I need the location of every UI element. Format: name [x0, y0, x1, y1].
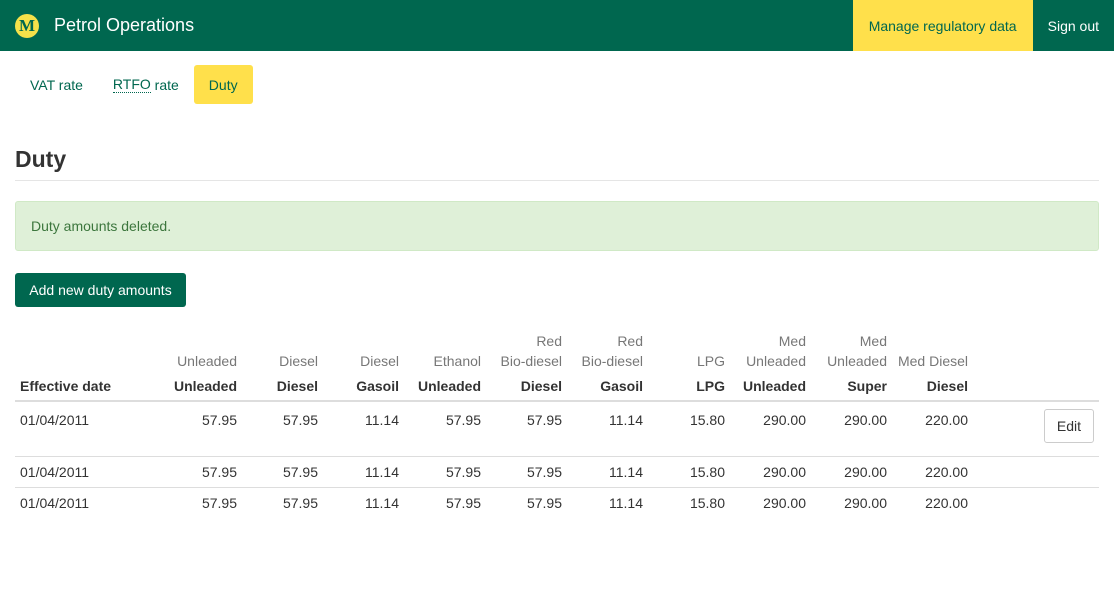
actions-cell: [968, 456, 1099, 488]
column-header: Unleaded: [725, 371, 806, 402]
brand[interactable]: M Petrol Operations: [0, 0, 194, 51]
table-header-row: Effective date Unleaded Diesel Gasoil Unlead…: [15, 371, 1099, 402]
column-header: LPG: [643, 371, 725, 402]
table-cell: 11.14: [609, 412, 643, 428]
rtfo-suffix: rate: [150, 76, 179, 93]
column-header: Gasoil: [562, 371, 643, 402]
app-title[interactable]: Petrol Operations: [54, 15, 194, 36]
column-group-header: LPG: [696, 353, 725, 369]
table-cell: 15.80: [689, 412, 725, 428]
table-cell: 290.00: [725, 456, 806, 488]
table-cell: 290.00: [844, 412, 887, 428]
actions-header: [968, 371, 1099, 402]
column-header: Gasoil: [318, 371, 399, 402]
table-cell: 15.80: [643, 456, 725, 488]
table-cell: 220.00: [887, 487, 968, 518]
table-cell: 11.14: [562, 456, 643, 488]
table-cell: 57.95: [481, 456, 562, 488]
sign-out-link[interactable]: Sign out: [1033, 0, 1114, 51]
table-cell: 57.95: [399, 456, 481, 488]
table-cell: 290.00: [806, 487, 887, 518]
table-cell: 15.80: [643, 487, 725, 518]
table-cell: 290.00: [806, 456, 887, 488]
table-cell: 220.00: [887, 456, 968, 488]
add-new-duty-amounts-button[interactable]: Add new duty amounts: [15, 273, 186, 307]
table-cell: 01/04/2011: [15, 487, 163, 518]
column-group-header: Diesel: [279, 353, 318, 369]
column-header: Effective date: [15, 371, 163, 402]
table-cell: 290.00: [763, 412, 806, 428]
tab-duty[interactable]: Duty: [193, 65, 253, 104]
column-group-header: Med Diesel: [897, 353, 968, 369]
sub-navigation: VAT rate RTFO rate Duty: [0, 65, 1114, 104]
column-group-header: [15, 327, 163, 371]
column-header: Unleaded: [399, 371, 481, 402]
table-cell: 01/04/2011: [20, 412, 90, 428]
table-cell: 01/04/2011: [15, 456, 163, 488]
table-cell: 290.00: [725, 487, 806, 518]
column-group-header: Med Unleaded: [746, 333, 806, 369]
table-cell: 57.95: [163, 456, 237, 488]
duty-table: Unleaded Diesel Diesel Ethanol Red Bio-diesel…: [15, 327, 1099, 518]
column-group-header: Ethanol: [433, 353, 481, 369]
column-group-header: Unleaded: [177, 353, 237, 369]
column-header: Diesel: [481, 371, 562, 402]
table-cell: 57.95: [526, 412, 562, 428]
top-navbar: M Petrol Operations Manage regulatory da…: [0, 0, 1114, 51]
edit-button[interactable]: Edit: [1043, 409, 1094, 443]
rtfo-abbr: RTFO: [112, 76, 151, 93]
table-cell: 57.95: [237, 456, 318, 488]
top-right-nav: Manage regulatory data Sign out: [852, 0, 1114, 51]
column-header: Diesel: [237, 371, 318, 402]
table-row: 01/04/2011 57.95 57.95 11.14 57.95 57.95 11.14…: [15, 487, 1099, 518]
table-cell: 11.14: [318, 487, 399, 518]
column-group-header: Diesel: [360, 353, 399, 369]
table-row: 01/04/2011 57.95 57.95 11.14 57.95 57.95 11.14…: [15, 456, 1099, 488]
table-cell: 11.14: [365, 412, 399, 428]
column-header: Super: [806, 371, 887, 402]
table-cell: 57.95: [282, 412, 318, 428]
tab-rtfo-rate[interactable]: RTFO rate: [98, 65, 194, 104]
column-header: Diesel: [887, 371, 968, 402]
column-group-header: Med Unleaded: [827, 333, 887, 369]
table-cell: 57.95: [201, 412, 237, 428]
table-cell: 11.14: [318, 456, 399, 488]
page-title: Duty: [15, 146, 67, 172]
tab-vat-rate[interactable]: VAT rate: [15, 65, 98, 104]
morrisons-logo-icon: M: [15, 13, 39, 38]
column-header: Unleaded: [163, 371, 237, 402]
success-alert: Duty amounts deleted.: [15, 201, 1099, 251]
table-cell: 57.95: [163, 487, 237, 518]
table-cell: 220.00: [925, 412, 968, 428]
manage-regulatory-data-link[interactable]: Manage regulatory data: [852, 0, 1033, 51]
table-body: 01/04/2011 57.95 57.95 11.14 57.95 57.95 11.14…: [15, 401, 1099, 518]
actions-group-header: [968, 327, 1099, 371]
title-divider: [15, 180, 1099, 181]
actions-cell: Edit: [968, 401, 1099, 457]
actions-cell: [968, 487, 1099, 518]
table-cell: 11.14: [562, 487, 643, 518]
table-row: 01/04/2011 57.95 57.95 11.14 57.95 57.95 11.14…: [15, 401, 1099, 457]
table-header-group-row: Unleaded Diesel Diesel Ethanol Red Bio-diesel…: [15, 327, 1099, 371]
table-cell: 57.95: [445, 412, 481, 428]
table-cell: 57.95: [237, 487, 318, 518]
column-group-header: Red Bio-diesel: [581, 333, 643, 369]
table-cell: 57.95: [399, 487, 481, 518]
column-group-header: Red Bio-diesel: [500, 333, 562, 369]
table-cell: 57.95: [481, 487, 562, 518]
